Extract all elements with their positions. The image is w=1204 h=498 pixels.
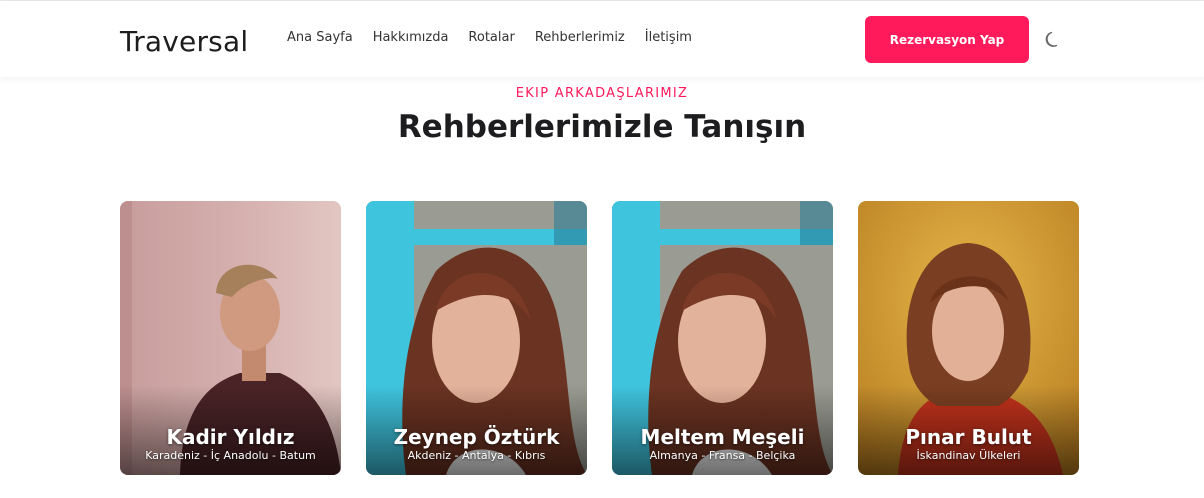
nav-home[interactable]: Ana Sayfa [287, 30, 353, 45]
moon-icon[interactable] [1043, 30, 1063, 50]
guide-name: Zeynep Öztürk [393, 425, 560, 449]
main-nav: Ana Sayfa Hakkımızda Rotalar Rehberlerim… [287, 30, 692, 45]
nav-routes[interactable]: Rotalar [468, 30, 514, 45]
guide-card[interactable]: Pınar Bulut İskandinav Ülkeleri [858, 201, 1079, 475]
guide-card[interactable]: Zeynep Öztürk Akdeniz - Antalya - Kıbrıs [366, 201, 587, 475]
guide-name: Kadir Yıldız [166, 425, 295, 449]
nav-guides[interactable]: Rehberlerimiz [535, 30, 625, 45]
section-eyebrow: EKIP ARKADAŞLARIMIZ [515, 86, 689, 101]
guide-card[interactable]: Kadir Yıldız Karadeniz - İç Anadolu - Ba… [120, 201, 341, 475]
reservation-button[interactable]: Rezervasyon Yap [865, 16, 1029, 63]
brand-logo[interactable]: Traversal [120, 25, 248, 58]
nav-about[interactable]: Hakkımızda [373, 30, 449, 45]
guide-regions: Karadeniz - İç Anadolu - Batum [145, 449, 316, 462]
site-header: Traversal Ana Sayfa Hakkımızda Rotalar R… [0, 1, 1204, 77]
guide-name: Pınar Bulut [905, 425, 1032, 449]
guide-name: Meltem Meşeli [640, 425, 805, 449]
section-title: Rehberlerimizle Tanışın [397, 109, 807, 145]
guide-regions: Akdeniz - Antalya - Kıbrıs [407, 449, 546, 462]
nav-contact[interactable]: İletişim [645, 30, 692, 45]
guide-regions: Almanya - Fransa - Belçika [649, 449, 796, 462]
guide-regions: İskandinav Ülkeleri [916, 449, 1021, 462]
guide-card[interactable]: Meltem Meşeli Almanya - Fransa - Belçika [612, 201, 833, 475]
